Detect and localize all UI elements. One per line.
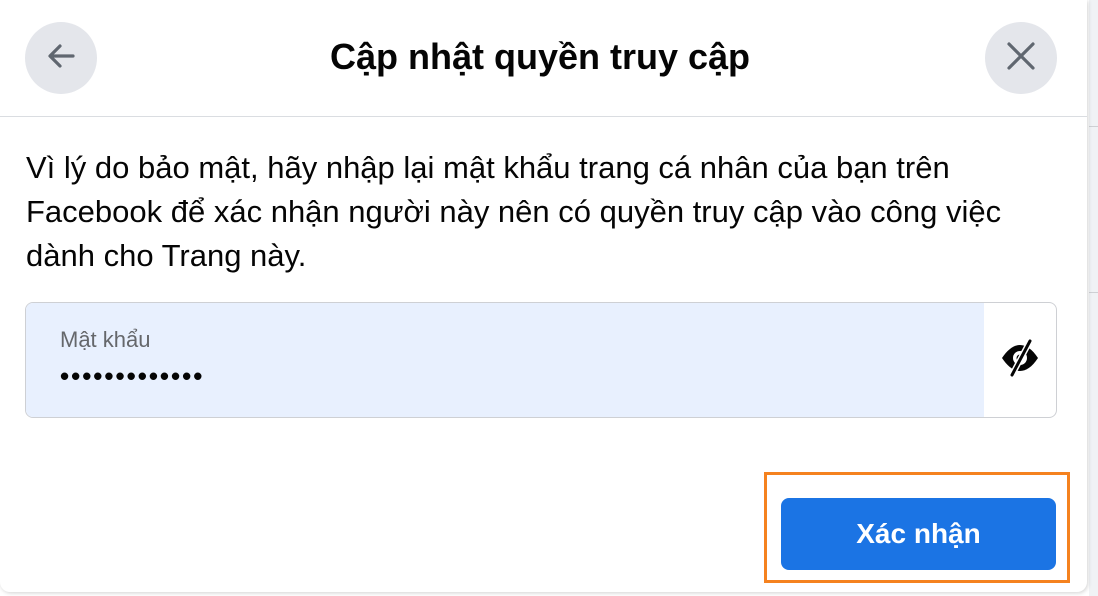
close-button[interactable] <box>985 22 1057 94</box>
update-access-dialog: Cập nhật quyền truy cập Vì lý do bảo mật… <box>0 0 1087 592</box>
close-icon <box>1004 39 1038 78</box>
eye-slash-icon <box>999 337 1041 384</box>
password-input-area[interactable] <box>26 303 984 417</box>
password-field[interactable]: Mật khẩu ••••••••••••• <box>25 302 1057 418</box>
dialog-title: Cập nhật quyền truy cập <box>329 36 751 77</box>
security-description: Vì lý do bảo mật, hãy nhập lại mật khẩu … <box>26 150 1002 273</box>
background-edge <box>1089 0 1098 596</box>
back-button[interactable] <box>25 22 97 94</box>
background-divider <box>1089 126 1098 127</box>
background-divider <box>1089 292 1098 293</box>
arrow-left-icon <box>44 39 78 78</box>
toggle-password-visibility-button[interactable] <box>984 303 1056 417</box>
password-input[interactable]: ••••••••••••• <box>60 361 204 392</box>
confirm-button[interactable]: Xác nhận <box>781 498 1056 570</box>
password-label: Mật khẩu <box>60 327 151 352</box>
dialog-header: Cập nhật quyền truy cập <box>0 0 1087 117</box>
